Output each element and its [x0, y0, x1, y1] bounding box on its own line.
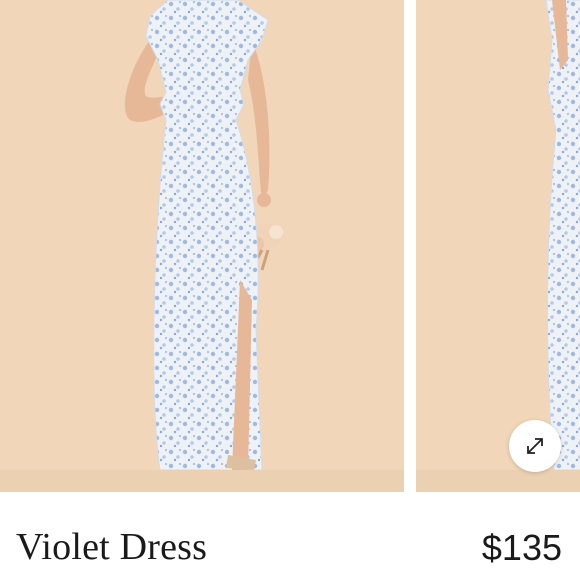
- model-in-dress-back-illustration: [416, 0, 580, 492]
- model-in-dress-front-illustration: [0, 0, 404, 492]
- product-image-gallery[interactable]: [0, 0, 580, 492]
- expand-image-button[interactable]: [509, 420, 561, 472]
- product-photo-front[interactable]: [0, 0, 404, 492]
- product-name: Violet Dress: [16, 526, 208, 568]
- product-info: Violet Dress $135: [0, 492, 580, 580]
- expand-diagonal-arrows-icon: [527, 438, 543, 454]
- product-price: $135: [481, 527, 562, 568]
- product-photo-back[interactable]: [416, 0, 580, 492]
